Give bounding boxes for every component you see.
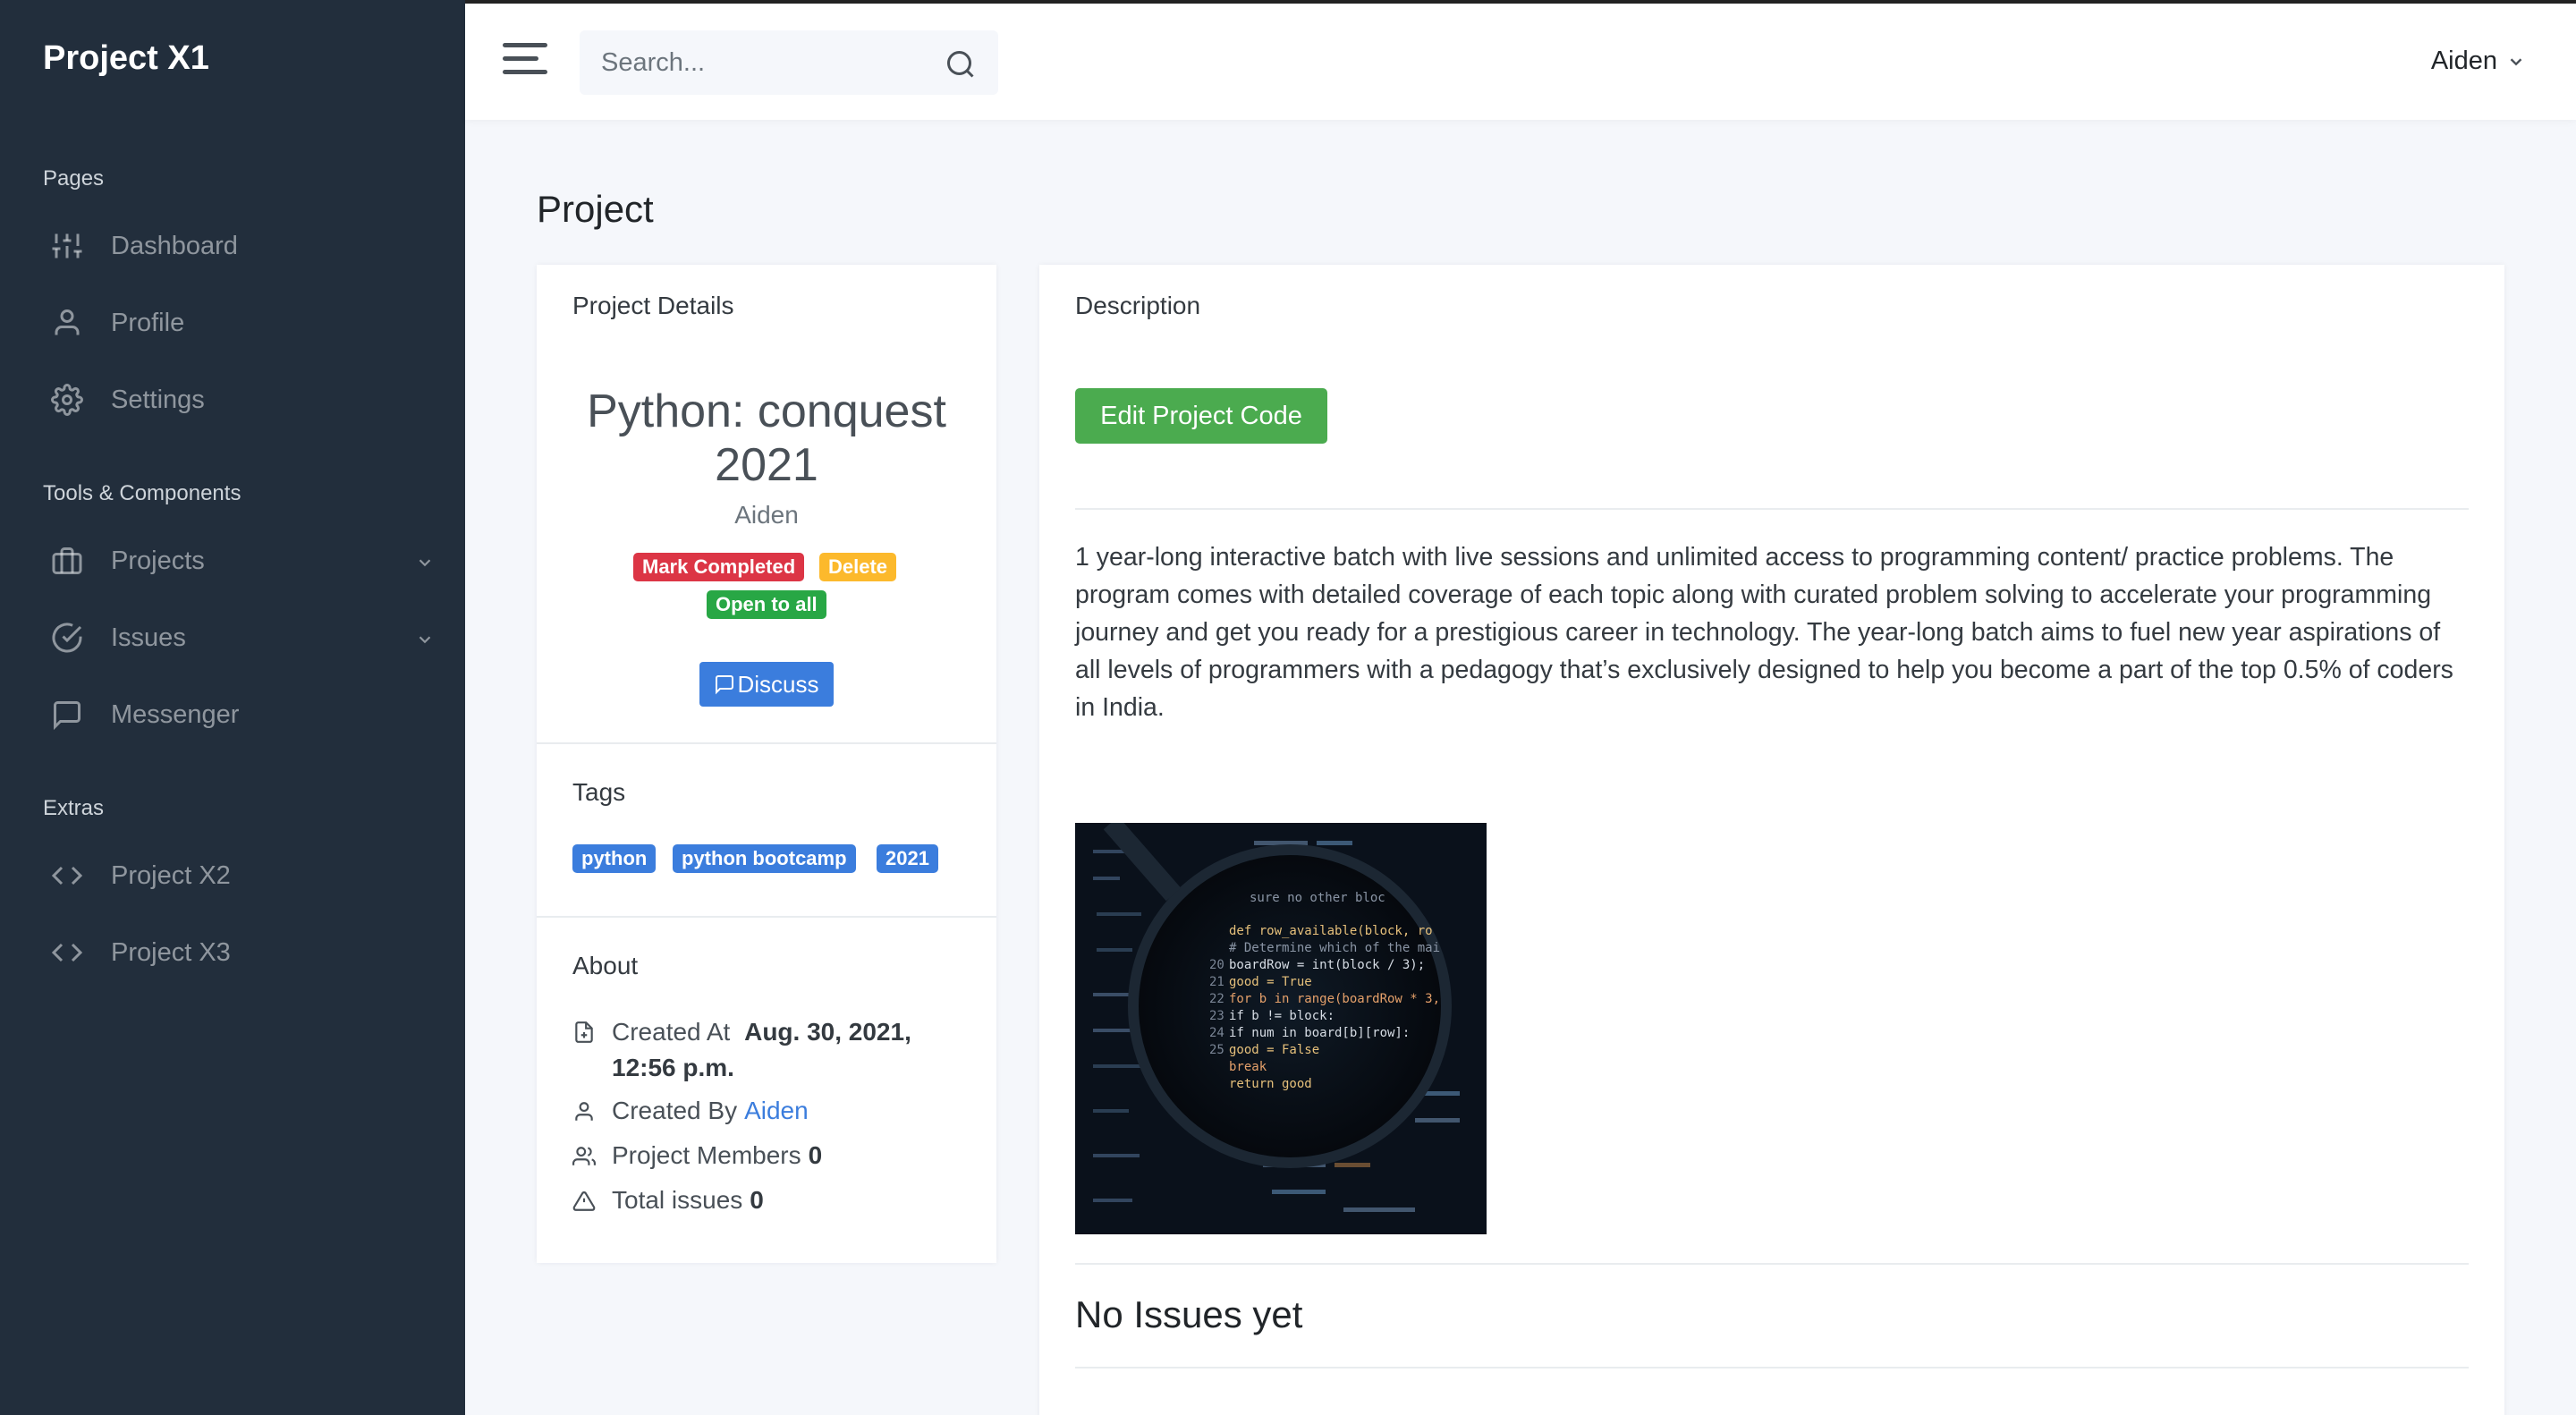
created-at-label: Created At bbox=[612, 1018, 731, 1046]
line-number: 20 bbox=[1209, 958, 1224, 972]
members-label: Project Members bbox=[612, 1141, 801, 1169]
sidebar-item-dashboard[interactable]: Dashboard bbox=[43, 215, 436, 277]
line-number: 23 bbox=[1209, 1009, 1224, 1023]
sidebar-item-issues[interactable]: Issues bbox=[43, 606, 436, 669]
sidebar-item-label: Profile bbox=[111, 308, 185, 337]
topbar: Aiden bbox=[465, 0, 2576, 120]
project-owner: Aiden bbox=[734, 501, 799, 529]
sidebar-item-label: Dashboard bbox=[111, 231, 238, 260]
code-line: good = True bbox=[1229, 975, 1312, 989]
description-header: Description bbox=[1075, 292, 1201, 319]
code-line: return good bbox=[1229, 1077, 1312, 1091]
sidebar-item-label: Project X3 bbox=[111, 937, 231, 967]
line-number: 22 bbox=[1209, 992, 1224, 1006]
sidebar-item-label: Project X2 bbox=[111, 860, 231, 890]
code-line: if b != block: bbox=[1229, 1009, 1335, 1023]
sidebar-item-label: Projects bbox=[111, 546, 205, 575]
chevron-down-icon[interactable] bbox=[415, 627, 436, 648]
total-issues-row: Total issues 0 bbox=[572, 1186, 764, 1215]
user-icon bbox=[572, 1100, 597, 1125]
created-by-link[interactable]: Aiden bbox=[744, 1097, 809, 1125]
divider bbox=[1075, 1367, 2469, 1368]
total-issues-label: Total issues bbox=[612, 1186, 743, 1214]
section-header-pages: Pages bbox=[43, 166, 105, 191]
code-line: good = False bbox=[1229, 1043, 1319, 1057]
tag-python[interactable]: python bbox=[572, 844, 657, 873]
search-input[interactable] bbox=[580, 30, 928, 95]
sidebar-item-messenger[interactable]: Messenger bbox=[43, 683, 436, 746]
line-number: 21 bbox=[1209, 975, 1224, 989]
open-to-all-badge[interactable]: Open to all bbox=[707, 590, 826, 619]
user-name: Aiden bbox=[2430, 47, 2497, 75]
members-row: Project Members 0 bbox=[572, 1141, 822, 1170]
delete-badge[interactable]: Delete bbox=[819, 553, 897, 581]
code-line: boardRow = int(block / 3); bbox=[1229, 958, 1425, 972]
sidebar-item-label: Settings bbox=[111, 385, 205, 414]
code-line: break bbox=[1229, 1060, 1267, 1074]
check-circle-icon bbox=[50, 621, 84, 655]
sidebar-item-project-x3[interactable]: Project X3 bbox=[43, 921, 436, 984]
divider bbox=[537, 916, 996, 918]
tag-2021[interactable]: 2021 bbox=[877, 844, 938, 873]
sidebar-item-profile[interactable]: Profile bbox=[43, 292, 436, 354]
tag-python-bootcamp[interactable]: python bootcamp bbox=[673, 844, 856, 873]
code-line: def row_available(block, ro bbox=[1229, 924, 1433, 938]
divider bbox=[1075, 508, 2469, 510]
code-line: if num in board[b][row]: bbox=[1229, 1026, 1410, 1040]
description-card: Description Edit Project Code 1 year-lon… bbox=[1039, 265, 2504, 1415]
tags-header: Tags bbox=[572, 778, 626, 806]
about-header: About bbox=[572, 952, 639, 979]
divider bbox=[1075, 1263, 2469, 1265]
created-at-row: Created At Aug. 30, 2021, 12:56 p.m. bbox=[572, 1014, 966, 1086]
section-header-extras: Extras bbox=[43, 796, 105, 820]
sidebar-item-label: Messenger bbox=[111, 699, 240, 729]
line-number: 24 bbox=[1209, 1026, 1224, 1040]
code-line: sure no other bloc bbox=[1250, 891, 1385, 905]
brand-logo[interactable]: Project X1 bbox=[43, 39, 209, 78]
project-details-card: Project Details Python: conquest 2021 Ai… bbox=[537, 265, 996, 1263]
gear-icon bbox=[50, 383, 84, 417]
code-line: # Determine which of the mai bbox=[1229, 941, 1440, 955]
code-icon bbox=[50, 859, 84, 893]
edit-project-code-button[interactable]: Edit Project Code bbox=[1075, 388, 1327, 444]
users-icon bbox=[572, 1145, 597, 1170]
search-icon[interactable] bbox=[945, 48, 977, 80]
sliders-icon bbox=[50, 229, 84, 263]
mark-completed-badge[interactable]: Mark Completed bbox=[633, 553, 805, 581]
user-icon bbox=[50, 306, 84, 340]
sidebar-item-label: Issues bbox=[111, 623, 186, 652]
search-bar bbox=[580, 30, 998, 95]
code-line: for b in range(boardRow * 3, bbox=[1229, 992, 1440, 1006]
total-issues-value: 0 bbox=[750, 1186, 764, 1214]
sidebar-item-projects[interactable]: Projects bbox=[43, 530, 436, 592]
divider bbox=[537, 742, 996, 744]
chevron-down-icon bbox=[2510, 57, 2522, 65]
code-icon bbox=[50, 936, 84, 970]
sidebar-item-project-x2[interactable]: Project X2 bbox=[43, 844, 436, 907]
description-text: 1 year-long interactive batch with live … bbox=[1075, 543, 2453, 722]
created-by-label: Created By bbox=[612, 1097, 738, 1124]
message-square-icon bbox=[716, 675, 734, 695]
discuss-button[interactable]: Discuss bbox=[699, 662, 834, 707]
sidebar-item-settings[interactable]: Settings bbox=[43, 369, 436, 431]
section-header-tools: Tools & Components bbox=[43, 481, 242, 505]
no-issues-heading: No Issues yet bbox=[1075, 1293, 1303, 1335]
briefcase-icon bbox=[50, 544, 84, 578]
file-plus-icon bbox=[572, 1018, 597, 1043]
page-title: Project bbox=[537, 188, 654, 230]
sidebar-toggle-icon[interactable] bbox=[503, 43, 547, 79]
line-number: 25 bbox=[1209, 1043, 1224, 1057]
project-details-header: Project Details bbox=[572, 292, 734, 319]
members-value: 0 bbox=[808, 1141, 823, 1169]
created-by-row: Created By Aiden bbox=[572, 1097, 809, 1125]
user-menu[interactable]: Aiden bbox=[2431, 47, 2526, 76]
sidebar: Project X1 Pages Dashboard Profile Setti… bbox=[0, 0, 465, 1415]
alert-triangle-icon bbox=[572, 1190, 597, 1215]
chevron-down-icon[interactable] bbox=[415, 550, 436, 572]
discuss-label: Discuss bbox=[737, 670, 819, 698]
code-magnifier-image: sure no other bloc def row_available(blo… bbox=[1075, 823, 1487, 1234]
message-square-icon bbox=[50, 698, 84, 732]
project-name: Python: conquest 2021 bbox=[587, 386, 946, 491]
